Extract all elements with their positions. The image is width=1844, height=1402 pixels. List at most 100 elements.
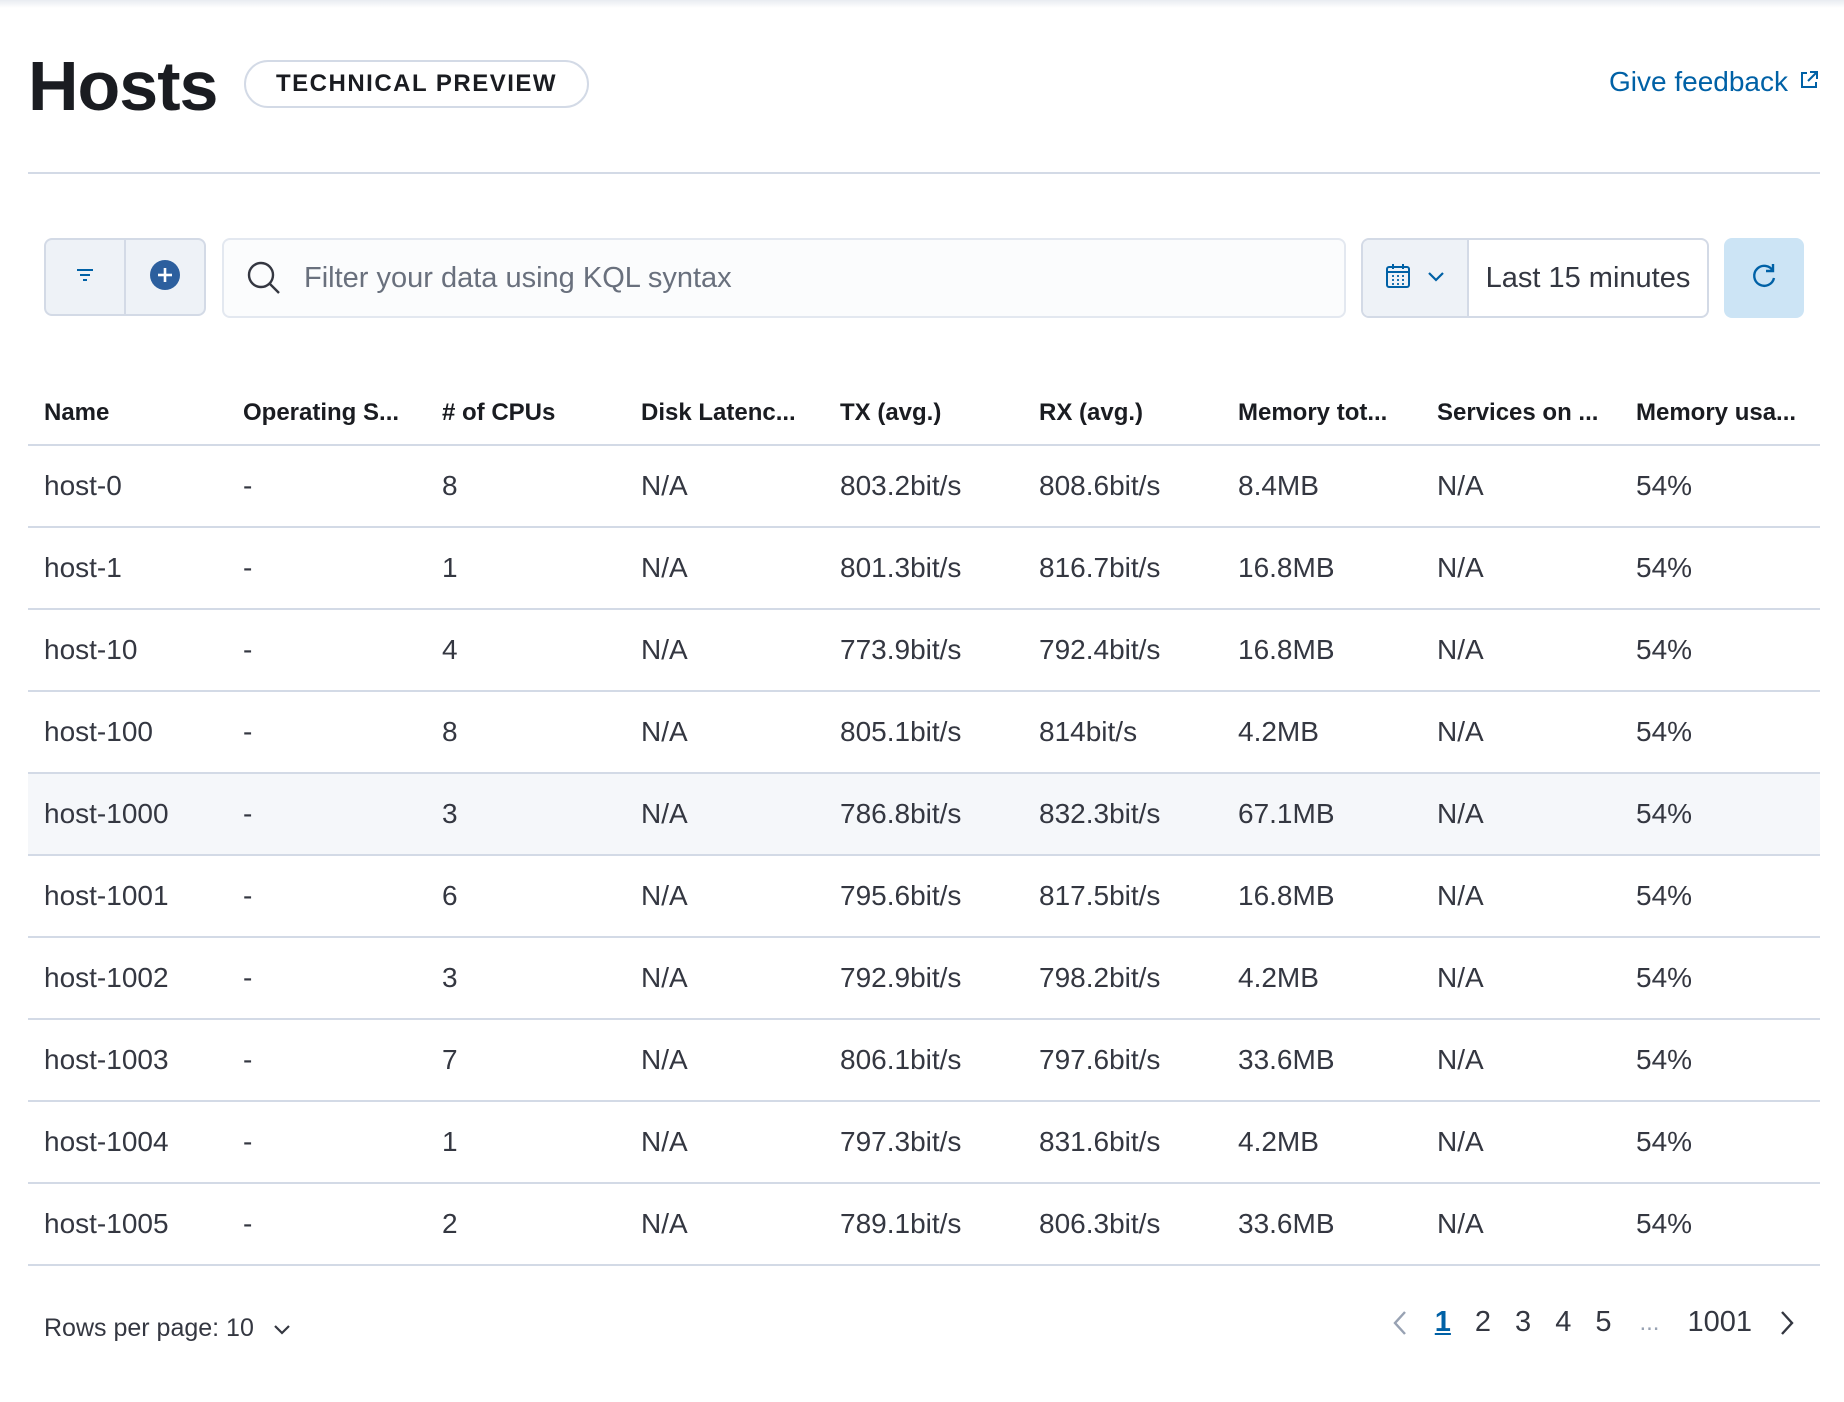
table-cell: 2 xyxy=(426,1183,625,1266)
table-cell: 16.8MB xyxy=(1222,855,1421,938)
table-cell: 67.1MB xyxy=(1222,773,1421,856)
table-cell: host-0 xyxy=(28,445,227,528)
page-5-button[interactable]: 5 xyxy=(1583,1306,1623,1339)
table-cell: 798.2bit/s xyxy=(1023,937,1222,1020)
table-cell: 54% xyxy=(1620,855,1820,938)
next-page-button[interactable] xyxy=(1764,1308,1810,1338)
table-cell: - xyxy=(227,1019,426,1102)
table-cell: N/A xyxy=(625,1019,824,1102)
page-title: Hosts xyxy=(28,47,218,125)
table-cell: N/A xyxy=(1421,445,1620,528)
table-cell: 786.8bit/s xyxy=(824,773,1023,856)
kql-search-bar xyxy=(222,238,1346,318)
table-cell: 801.3bit/s xyxy=(824,527,1023,610)
pagination-ellipsis: ... xyxy=(1639,1308,1660,1336)
table-cell: N/A xyxy=(625,773,824,856)
table-cell: 54% xyxy=(1620,1183,1820,1266)
previous-page-button[interactable] xyxy=(1377,1308,1423,1338)
page-1-button[interactable]: 1 xyxy=(1423,1306,1463,1339)
table-cell: host-1004 xyxy=(28,1101,227,1184)
table-cell: - xyxy=(227,1183,426,1266)
table-cell: 54% xyxy=(1620,937,1820,1020)
refresh-button[interactable] xyxy=(1724,238,1804,318)
table-row: host-10-4 N/A 773.9bit/s 792.4bit/s 16.8MB N/… xyxy=(28,609,1820,692)
table-cell: host-1 xyxy=(28,527,227,610)
column-header[interactable]: Services on ... xyxy=(1421,382,1620,446)
table-cell: 806.1bit/s xyxy=(824,1019,1023,1102)
table-cell: - xyxy=(227,937,426,1020)
column-header[interactable]: Memory tot... xyxy=(1222,382,1421,446)
chevron-down-icon xyxy=(1426,269,1446,288)
table-cell: - xyxy=(227,527,426,610)
give-feedback-label: Give feedback xyxy=(1609,66,1788,97)
table-cell: 3 xyxy=(426,773,625,856)
table-cell: 16.8MB xyxy=(1222,527,1421,610)
table-cell: 789.1bit/s xyxy=(824,1183,1023,1266)
table-cell: 54% xyxy=(1620,1101,1820,1184)
chevron-down-icon xyxy=(272,1314,292,1343)
table-cell: 803.2bit/s xyxy=(824,445,1023,528)
table-cell: N/A xyxy=(625,855,824,938)
give-feedback-link[interactable]: Give feedback xyxy=(1609,66,1820,98)
table-cell: 832.3bit/s xyxy=(1023,773,1222,856)
kql-search-input[interactable] xyxy=(302,260,1306,296)
last-page-button[interactable]: 1001 xyxy=(1675,1306,1764,1339)
calendar-icon xyxy=(1384,262,1412,295)
table-cell: - xyxy=(227,609,426,692)
table-cell: N/A xyxy=(625,937,824,1020)
plus-circle-icon xyxy=(149,259,181,296)
column-header[interactable]: TX (avg.) xyxy=(824,382,1023,446)
page-2-button[interactable]: 2 xyxy=(1463,1306,1503,1339)
table-row: host-1004-1 N/A 797.3bit/s 831.6bit/s 4.2MB N… xyxy=(28,1101,1820,1184)
column-header[interactable]: Memory usa... xyxy=(1620,382,1820,446)
table-cell: host-1000 xyxy=(28,773,227,856)
table-cell: N/A xyxy=(625,1183,824,1266)
page-3-button[interactable]: 3 xyxy=(1503,1306,1543,1339)
time-range-button[interactable]: Last 15 minutes xyxy=(1469,240,1707,316)
table-cell: 795.6bit/s xyxy=(824,855,1023,938)
table-cell: N/A xyxy=(625,691,824,774)
table-cell: 4.2MB xyxy=(1222,691,1421,774)
column-header[interactable]: # of CPUs xyxy=(426,382,625,446)
table-cell: - xyxy=(227,691,426,774)
table-row: host-1003-7 N/A 806.1bit/s 797.6bit/s 33.6MB… xyxy=(28,1019,1820,1102)
add-filter-button[interactable] xyxy=(124,240,204,314)
table-cell: 7 xyxy=(426,1019,625,1102)
column-header[interactable]: Operating S... xyxy=(227,382,426,446)
table-cell: 54% xyxy=(1620,445,1820,528)
table-cell: 805.1bit/s xyxy=(824,691,1023,774)
column-header[interactable]: RX (avg.) xyxy=(1023,382,1222,446)
table-cell: host-10 xyxy=(28,609,227,692)
table-cell: 8 xyxy=(426,445,625,528)
table-cell: 806.3bit/s xyxy=(1023,1183,1222,1266)
table-cell: N/A xyxy=(625,609,824,692)
table-cell: 54% xyxy=(1620,1019,1820,1102)
table-row: host-1000-3 N/A 786.8bit/s 832.3bit/s 67.1MB… xyxy=(28,773,1820,856)
table-cell: 1 xyxy=(426,527,625,610)
table-cell: host-1001 xyxy=(28,855,227,938)
pagination: 1 2 3 4 5 ... 1001 xyxy=(1377,1306,1810,1339)
quick-select-button[interactable] xyxy=(1363,240,1469,316)
top-shadow xyxy=(0,0,1844,8)
table-cell: 16.8MB xyxy=(1222,609,1421,692)
refresh-icon xyxy=(1749,261,1779,296)
column-header[interactable]: Name xyxy=(28,382,227,446)
table-cell: N/A xyxy=(1421,691,1620,774)
filter-menu-button[interactable] xyxy=(46,240,124,314)
table-cell: 4 xyxy=(426,609,625,692)
table-cell: 54% xyxy=(1620,773,1820,856)
table-cell: 792.9bit/s xyxy=(824,937,1023,1020)
table-cell: 54% xyxy=(1620,691,1820,774)
table-cell: 1 xyxy=(426,1101,625,1184)
table-body: host-0-8 N/A 803.2bit/s 808.6bit/s 8.4MB N/A 5… xyxy=(28,445,1820,1266)
rows-per-page-button[interactable]: Rows per page: 10 xyxy=(44,1314,292,1343)
page-4-button[interactable]: 4 xyxy=(1543,1306,1583,1339)
table-cell: - xyxy=(227,855,426,938)
table-cell: - xyxy=(227,773,426,856)
column-header[interactable]: Disk Latenc... xyxy=(625,382,824,446)
table-cell: N/A xyxy=(1421,1183,1620,1266)
table-cell: N/A xyxy=(1421,937,1620,1020)
external-link-icon xyxy=(1798,66,1820,98)
table-cell: host-1003 xyxy=(28,1019,227,1102)
table-cell: host-100 xyxy=(28,691,227,774)
